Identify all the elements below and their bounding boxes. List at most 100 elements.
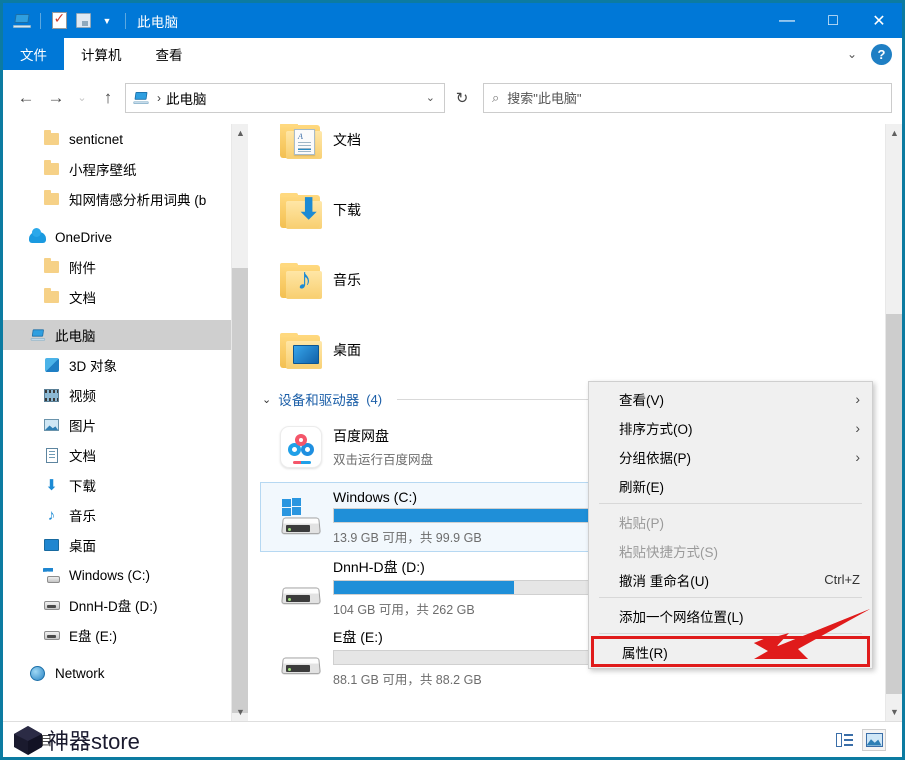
tab-view[interactable]: 查看 [139,38,200,70]
sidebar-item-label: E盘 (E:) [69,629,118,644]
maximize-button[interactable]: □ [810,3,856,38]
search-box[interactable]: ⌕ 搜索"此电脑" [483,82,892,113]
folder-item-music[interactable]: ♪ 音乐 [260,246,873,316]
desktop-badge-icon [293,345,319,364]
tab-file[interactable]: 文件 [3,38,64,70]
sidebar-item-dnnh-d[interactable]: DnnH-D盘 (D:) [3,590,231,620]
sidebar-item-label: 3D 对象 [69,359,118,374]
folder-name: 音乐 [333,271,361,288]
menu-item-properties[interactable]: 属性(R) [591,636,870,667]
scrollbar-thumb[interactable] [232,268,249,713]
sidebar-item-this-pc[interactable]: 此电脑 [3,320,231,350]
menu-item-group-by[interactable]: 分组依据(P) › [589,442,872,471]
search-input[interactable]: 搜索"此电脑" [507,88,581,107]
sidebar-item-e-drive[interactable]: E盘 (E:) [3,620,231,650]
chevron-right-icon: › [855,448,860,465]
this-pc-icon[interactable] [11,10,33,32]
folder-icon [43,190,60,208]
sidebar-item-windows-c[interactable]: Windows (C:) [3,560,231,590]
file-list-scrollbar[interactable]: ▲ ▼ [885,124,902,721]
close-button[interactable]: ✕ [856,3,902,38]
chevron-down-icon[interactable]: ⌄ [262,393,271,406]
drive-subtitle: 双击运行百度网盘 [333,453,434,467]
sidebar-item-label: 桌面 [69,539,96,554]
menu-item-refresh[interactable]: 刷新(E) [589,471,872,500]
sidebar-item-documents-onedrive[interactable]: 文档 [3,282,231,312]
menu-item-sort-by[interactable]: 排序方式(O) › [589,413,872,442]
ribbon-right-controls: ⌄ ? [841,38,902,70]
breadcrumb-separator: › [157,90,161,105]
download-icon: ⬇ [45,476,58,494]
folder-item-documents[interactable]: 文档 [260,124,873,176]
scrollbar-thumb[interactable] [886,314,902,694]
scroll-up-icon[interactable]: ▲ [232,124,249,142]
sidebar-item-label: 附件 [69,261,96,276]
sidebar-item-label: OneDrive [55,229,113,245]
menu-item-undo-rename[interactable]: 撤消 重命名(U) Ctrl+Z [589,565,872,594]
back-button[interactable]: ← [11,83,41,113]
search-icon: ⌕ [492,89,500,105]
sidebar-item-videos[interactable]: 视频 [3,380,231,410]
menu-item-shortcut: Ctrl+Z [824,572,860,587]
sidebar-item-label: 下载 [69,479,96,494]
menu-item-view[interactable]: 查看(V) › [589,384,872,413]
sidebar-item-desktop[interactable]: 桌面 [3,530,231,560]
folder-icon: ⬇ [275,193,327,229]
hdd-icon [43,627,60,644]
minimize-button[interactable]: — [764,3,810,38]
help-button[interactable]: ? [871,43,892,65]
sidebar-item-label: 小程序壁纸 [69,163,137,178]
sidebar-item-xiaochengxubizhi[interactable]: 小程序壁纸 [3,154,231,184]
this-pc-icon [29,327,46,344]
navigation-pane-scrollbar[interactable]: ▲ ▼ [231,124,249,721]
new-folder-icon[interactable] [72,10,94,32]
recent-locations-button[interactable]: ⌄ [71,83,93,113]
menu-item-label: 分组依据(P) [619,450,691,466]
sidebar-item-3d-objects[interactable]: 3D 对象 [3,350,231,380]
drive-name: 百度网盘 [333,428,389,444]
folder-icon [43,130,60,148]
navigation-bar: ← → ⌄ ↑ › 此电脑 ⌄ ↻ ⌕ 搜索"此电脑" [3,71,902,124]
window-title: 此电脑 [137,14,179,30]
menu-item-label: 刷新(E) [619,479,664,495]
sidebar-item-onedrive[interactable]: OneDrive [3,222,231,252]
forward-button[interactable]: → [41,83,71,113]
scroll-down-icon[interactable]: ▼ [232,703,249,721]
sidebar-item-network[interactable]: Network [3,658,231,688]
breadcrumb-current[interactable]: 此电脑 [166,88,207,108]
address-bar[interactable]: › 此电脑 ⌄ [125,82,445,113]
sidebar-item-music[interactable]: ♪ 音乐 [3,500,231,530]
scroll-down-icon[interactable]: ▼ [886,703,902,721]
sidebar-item-fujian[interactable]: 附件 [3,252,231,282]
folder-name: 文档 [333,131,361,148]
sidebar-item-senticnet[interactable]: senticnet [3,124,231,154]
sidebar-item-label: 文档 [69,291,96,306]
folder-icon: ♪ [275,263,327,299]
details-view-button[interactable] [832,729,856,751]
hdd-icon [43,597,60,614]
sidebar-item-documents[interactable]: 文档 [3,440,231,470]
music-badge-icon: ♪ [297,263,312,296]
sidebar-item-pictures[interactable]: 图片 [3,410,231,440]
refresh-button[interactable]: ↻ [445,83,479,113]
up-button[interactable]: ↑ [93,83,123,113]
desktop-icon [43,537,60,554]
customize-chevron-icon[interactable]: ▼ [96,10,118,32]
menu-item-paste-shortcut: 粘贴快捷方式(S) [589,536,872,565]
video-icon [43,387,60,404]
sidebar-item-label: Windows (C:) [69,567,151,583]
folder-icon [275,333,327,369]
chevron-down-icon[interactable]: ⌄ [841,47,863,61]
address-dropdown-icon[interactable]: ⌄ [423,91,438,104]
sidebar-item-zhiwang-dict[interactable]: 知网情感分析用词典 (b [3,184,231,214]
folder-item-downloads[interactable]: ⬇ 下载 [260,176,873,246]
sidebar-item-downloads[interactable]: ⬇ 下载 [3,470,231,500]
folder-item-desktop[interactable]: 桌面 [260,316,873,386]
tab-computer[interactable]: 计算机 [64,38,139,70]
properties-icon[interactable] [48,10,70,32]
folder-name: 下载 [333,201,361,218]
sidebar-item-label: 此电脑 [55,329,96,344]
menu-item-add-network-location[interactable]: 添加一个网络位置(L) [589,601,872,630]
large-icons-view-button[interactable] [862,728,886,751]
scroll-up-icon[interactable]: ▲ [886,124,902,142]
